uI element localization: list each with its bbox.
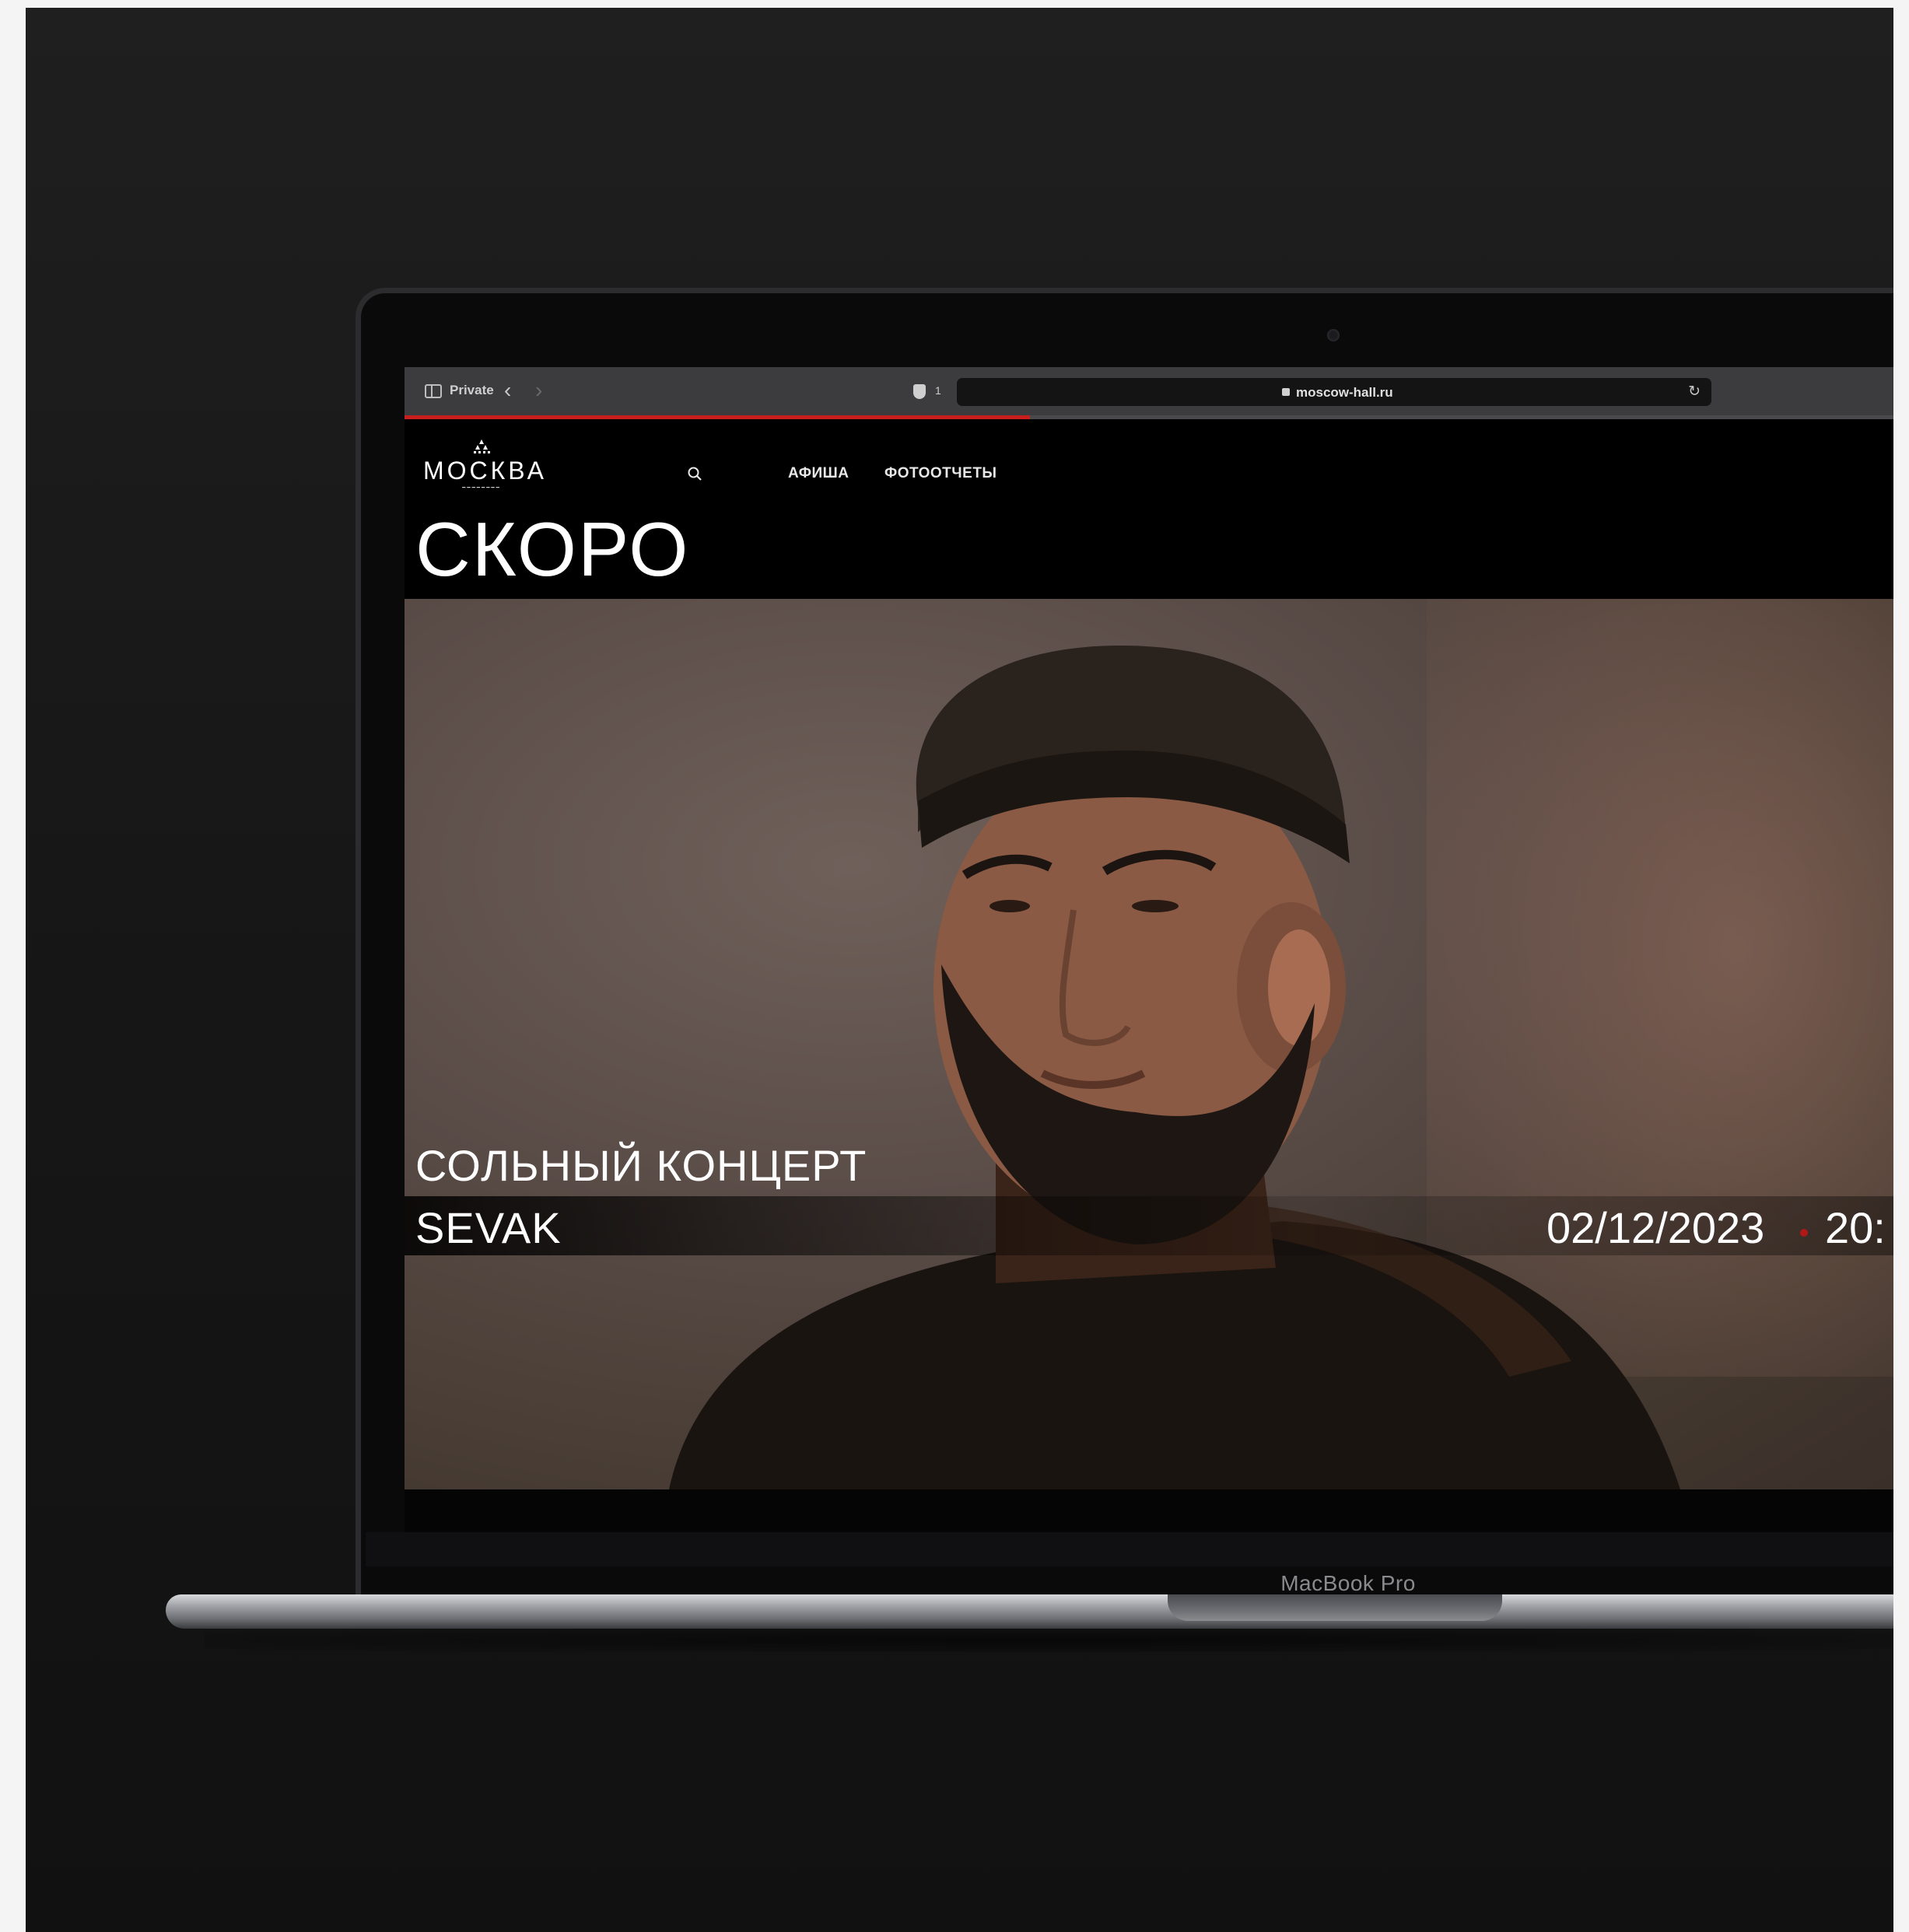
event-time: 20:: [1825, 1203, 1886, 1252]
logo-wordmark: МОСКВА: [423, 457, 547, 485]
reload-icon[interactable]: ↻: [1688, 383, 1701, 401]
artist-portrait: [669, 646, 1680, 1489]
lock-icon: [1282, 388, 1290, 396]
search-icon[interactable]: [687, 466, 702, 481]
sidebar-icon[interactable]: [425, 384, 442, 398]
logo-mark-icon: [423, 439, 540, 457]
page-load-progress: [405, 415, 1893, 419]
laptop-shadow: [205, 1629, 1893, 1652]
bottom-bezel: [366, 1532, 1893, 1566]
logo-tagline: ━━━━━━━━: [462, 485, 501, 491]
screen-bottom-strip: [405, 1489, 1893, 1534]
browser-toolbar: Private ‹ › 1 moscow-hall.ru ↻: [405, 367, 1893, 417]
page-load-progress-fill: [405, 415, 1030, 419]
event-hero-image[interactable]: [405, 599, 1893, 1489]
page-title: СКОРО: [415, 506, 690, 592]
shield-icon[interactable]: [913, 384, 926, 399]
nav-afisha[interactable]: АФИША: [788, 465, 849, 482]
chevron-right-icon[interactable]: ›: [535, 378, 542, 403]
laptop-base: [166, 1594, 1893, 1629]
camera-icon: [1327, 329, 1340, 341]
chevron-left-icon[interactable]: ‹: [504, 378, 511, 403]
nav-photo-reports[interactable]: ФОТООТЧЕТЫ: [884, 465, 997, 482]
site-logo[interactable]: МОСКВА ━━━━━━━━: [423, 439, 547, 491]
event-date: 02/12/2023: [1546, 1203, 1765, 1252]
event-artist[interactable]: SEVAK: [415, 1202, 562, 1253]
tracker-count: 1: [935, 384, 941, 397]
address-bar[interactable]: moscow-hall.ru ↻: [957, 378, 1711, 406]
device-label: MacBook Pro: [1280, 1571, 1416, 1595]
mockup-background: Private ‹ › 1 moscow-hall.ru ↻ МОСКВА ━━…: [26, 8, 1893, 1932]
private-label: Private: [450, 383, 494, 397]
event-type: СОЛЬНЫЙ КОНЦЕРТ: [415, 1141, 867, 1190]
date-separator: [1800, 1229, 1808, 1237]
browser-screen: Private ‹ › 1 moscow-hall.ru ↻ МОСКВА ━━…: [405, 367, 1893, 1534]
url-text: moscow-hall.ru: [1296, 385, 1393, 400]
laptop-notch: [1168, 1594, 1502, 1621]
